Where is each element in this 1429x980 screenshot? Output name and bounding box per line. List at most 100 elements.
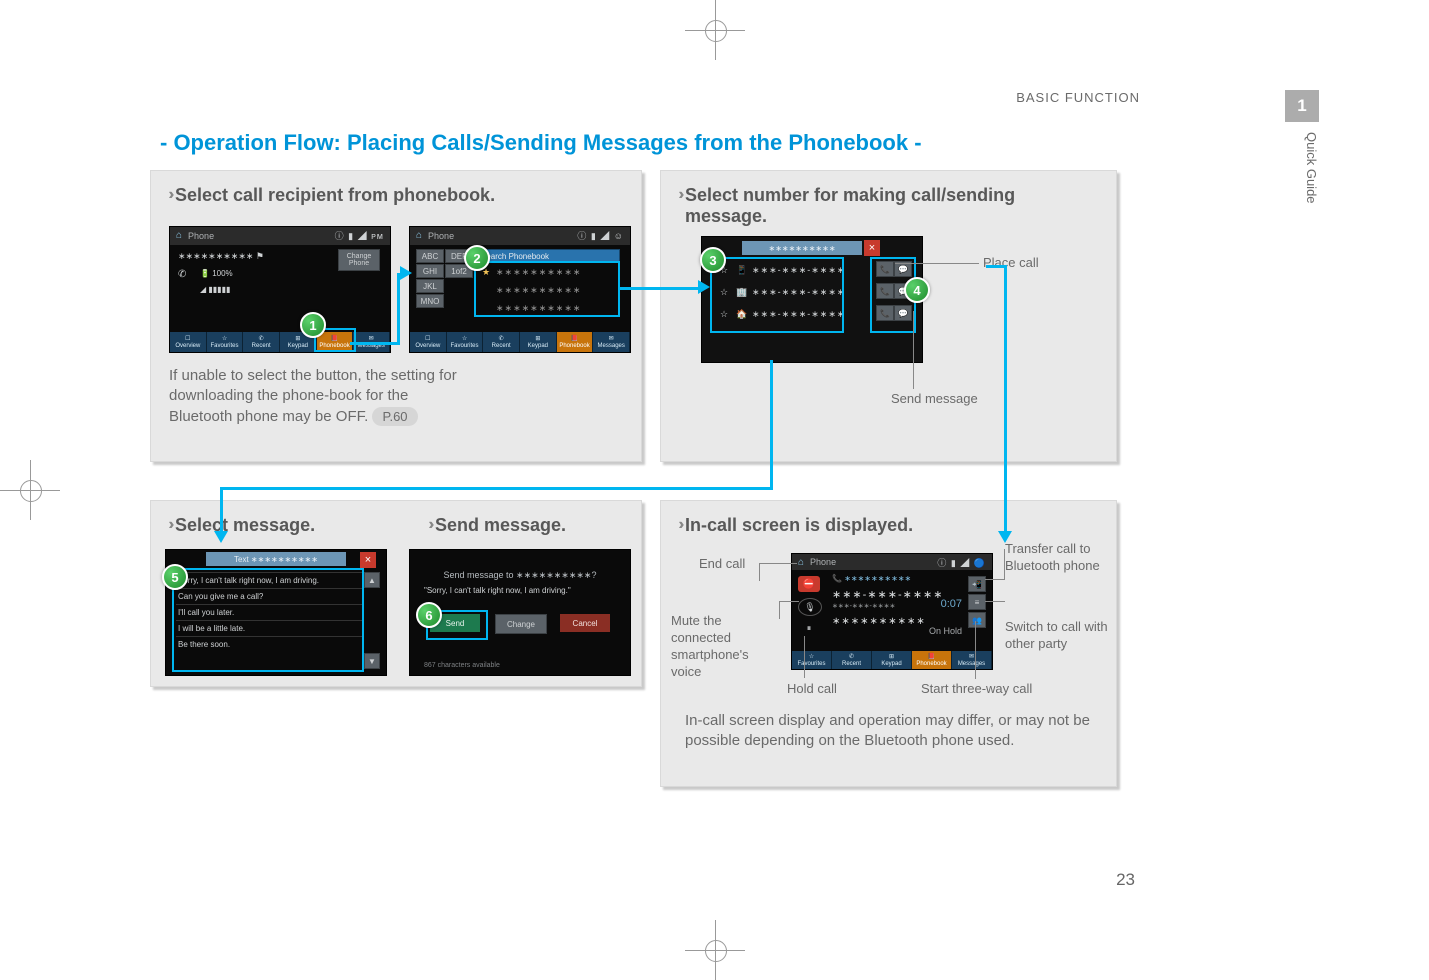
tab-recent[interactable]: ✆Recent [243, 332, 280, 352]
home-num-icon: 🏠 [736, 309, 747, 320]
tab-overview[interactable]: ☐Overview [410, 332, 447, 352]
signal-level: ▮▮▮▮▮ [208, 285, 230, 294]
change-button[interactable]: Change [495, 614, 547, 634]
screenshot-phone-overview: ⌂Phoneⓘ ▮ ◢ ᴘᴍ ∗∗∗∗∗∗∗∗∗∗ ⚑ Change Phone… [169, 226, 391, 353]
chapter-index: 1 [1285, 90, 1319, 122]
key-jkl[interactable]: JKL [416, 279, 444, 293]
call-icon-button[interactable]: 📞 [876, 283, 894, 299]
callout-threeway: Start three-way call [921, 681, 1032, 698]
msglist-header: Text ∗∗∗∗∗∗∗∗∗∗ [206, 552, 346, 566]
key-ghi[interactable]: GHI [416, 264, 444, 278]
page-ref-badge: P.60 [372, 407, 417, 427]
contact-row[interactable]: ∗∗∗∗∗∗∗∗∗∗ [496, 267, 581, 278]
preset-msg-row[interactable]: Can you give me a call? [176, 589, 362, 605]
handset-icon: ✆ [178, 269, 186, 280]
crop-mark-bottom [685, 920, 745, 980]
close-icon[interactable]: × [864, 240, 880, 256]
end-call-button[interactable]: ⛔ [798, 576, 820, 592]
tab-favourites[interactable]: ☆Favourites [792, 651, 832, 669]
panel-select-message: ›› Select message. ›› Send message. Text… [150, 500, 642, 687]
key-mno[interactable]: MNO [416, 294, 444, 308]
tab-messages[interactable]: ✉Messages [593, 332, 630, 352]
tab-keypad[interactable]: ⊞Keypad [872, 651, 912, 669]
callout-place-call: Place call [983, 255, 1039, 272]
side-tab: 1 Quick Guide [1285, 90, 1319, 204]
popup-header: ∗∗∗∗∗∗∗∗∗∗ [742, 241, 862, 255]
preset-msg-row[interactable]: Sorry, I can't talk right now, I am driv… [176, 573, 362, 589]
screenshot-phonebook-list: ⌂Phoneⓘ ▮ ◢ ☺ ABC DEF Search Phonebook G… [409, 226, 631, 353]
search-phonebook-button[interactable]: Search Phonebook [474, 249, 620, 263]
tab-phonebook[interactable]: 📕Phonebook [317, 332, 354, 352]
confirm-body: "Sorry, I can't talk right now, I am dri… [424, 586, 616, 595]
tab-keypad[interactable]: ⊞Keypad [520, 332, 557, 352]
panel5-note: In-call screen display and operation may… [685, 711, 1105, 752]
panel3-title: ›› Select message. [151, 501, 417, 536]
preset-msg-row[interactable]: Be there soon. [176, 637, 362, 652]
home-icon: ⌂ [798, 557, 804, 568]
tab-favourites[interactable]: ☆Favourites [447, 332, 484, 352]
char-count: 867 characters available [424, 662, 500, 669]
call-icon-button[interactable]: 📞 [876, 305, 894, 321]
screenshot-number-popup: ∗∗∗∗∗∗∗∗∗∗ × ☆ 📱 ∗∗∗-∗∗∗-∗∗∗∗ 📞 💬 ☆ 🏢 ∗∗… [701, 236, 923, 363]
crop-mark-top [685, 0, 745, 60]
tab-phonebook[interactable]: 📕Phonebook [557, 332, 594, 352]
page-number: 23 [1116, 870, 1135, 890]
crop-mark-left [0, 460, 60, 520]
number-row[interactable]: ∗∗∗-∗∗∗-∗∗∗∗ [752, 287, 845, 298]
panel-incall: ›› In-call screen is displayed. ⌂Phoneⓘ … [660, 500, 1117, 787]
fav-star[interactable]: ☆ [720, 309, 728, 320]
step-marker-6: 6 [416, 602, 442, 628]
tab-messages[interactable]: ✉Messages [952, 651, 992, 669]
panel-select-number: ›› Select number for making call/sending… [660, 170, 1117, 462]
mute-button[interactable]: 🎙 [798, 598, 822, 616]
tab-recent[interactable]: ✆Recent [832, 651, 872, 669]
cancel-button[interactable]: Cancel [560, 614, 610, 632]
mobile-icon: 📱 [736, 265, 747, 276]
change-phone-button[interactable]: Change Phone [338, 249, 380, 271]
msg-icon-button[interactable]: 💬 [894, 305, 912, 321]
scroll-up[interactable]: ▲ [364, 572, 380, 588]
status-icons: ⓘ ▮ ◢ 🔵 [937, 556, 986, 569]
close-icon[interactable]: × [360, 552, 376, 568]
tab-recent[interactable]: ✆Recent [483, 332, 520, 352]
callout-send-message: Send message [891, 391, 981, 408]
incall-tabs: ☆Favourites ✆Recent ⊞Keypad 📕Phonebook ✉… [792, 651, 992, 669]
contact-row[interactable]: ∗∗∗∗∗∗∗∗∗∗ [496, 285, 581, 296]
shot-title: Phone [810, 557, 836, 567]
home-icon: ⌂ [416, 230, 422, 241]
tab-favourites[interactable]: ☆Favourites [207, 332, 244, 352]
panel1-note: If unable to select the button, the sett… [169, 366, 469, 427]
shot-title: Phone [188, 231, 214, 241]
call-icon-button[interactable]: 📞 [876, 261, 894, 277]
number-row[interactable]: ∗∗∗-∗∗∗-∗∗∗∗ [752, 265, 845, 276]
threeway-button[interactable]: 👥 [968, 612, 986, 628]
step-marker-3: 3 [700, 247, 726, 273]
step-marker-1: 1 [300, 312, 326, 338]
callout-mute: Mute the connected smartphone's voice [671, 613, 781, 681]
panel5-title-text: In-call screen is displayed. [685, 515, 913, 536]
preset-msg-row[interactable]: I will be a little late. [176, 621, 362, 637]
contact-row[interactable]: ∗∗∗∗∗∗∗∗∗∗ [496, 303, 581, 314]
fav-star[interactable]: ☆ [720, 287, 728, 298]
scroll-down[interactable]: ▼ [364, 653, 380, 669]
panel3-title-text: Select message. [175, 515, 315, 536]
step-marker-2: 2 [464, 245, 490, 271]
key-abc[interactable]: ABC [416, 249, 444, 263]
status-icons: ⓘ ▮ ◢ ᴘᴍ [335, 229, 384, 242]
transfer-button[interactable]: 📲 [968, 576, 986, 592]
number-row[interactable]: ∗∗∗-∗∗∗-∗∗∗∗ [752, 309, 845, 320]
hold-button[interactable]: ⏸ [798, 620, 820, 636]
incall-number: ∗∗∗-∗∗∗-∗∗∗∗ [832, 588, 944, 601]
panel4-title-text: Send message. [435, 515, 566, 536]
battery-level: 100% [212, 269, 232, 278]
tab-overview[interactable]: ☐Overview [170, 332, 207, 352]
incall-name2: ∗∗∗∗∗∗∗∗∗∗ [832, 616, 926, 627]
tab-phonebook[interactable]: 📕Phonebook [912, 651, 952, 669]
status-icons: ⓘ ▮ ◢ ☺ [577, 229, 624, 242]
hold-status: On Hold [929, 626, 962, 636]
preset-msg-row[interactable]: I'll call you later. [176, 605, 362, 621]
confirm-to: Send message to ∗∗∗∗∗∗∗∗∗∗? [430, 570, 610, 581]
step-marker-5: 5 [162, 564, 188, 590]
adjust-button[interactable]: ≡ [968, 594, 986, 610]
panel1-title: ›› Select call recipient from phonebook. [151, 171, 641, 206]
